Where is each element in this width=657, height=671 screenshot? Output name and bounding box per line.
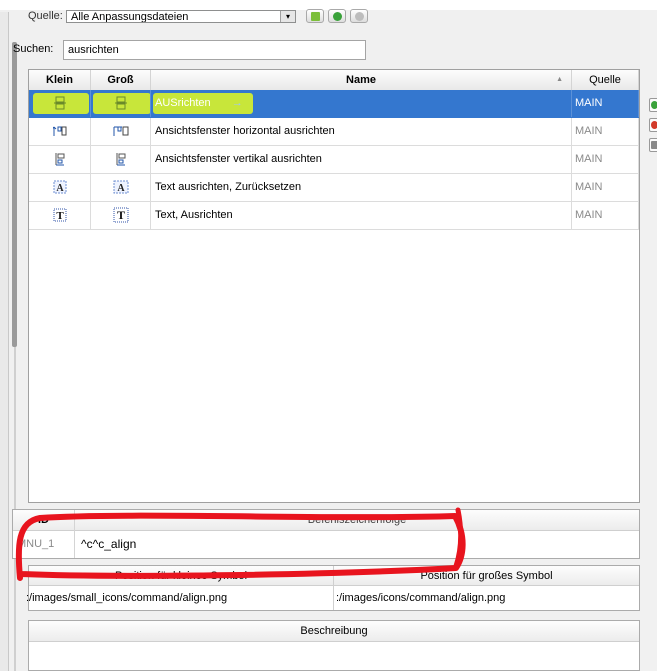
load-file-button[interactable] [306,9,324,23]
source-select-value: Alle Anpassungsdateien [71,11,189,23]
left-scrollbar-thumb[interactable] [12,42,17,347]
header-name-label: Name [346,74,376,86]
command-string-header: ID Befehlszeichenfolge [13,510,639,531]
properties-button[interactable] [649,138,657,152]
arrow-icon: → [231,97,243,109]
header-name[interactable]: Name ▲ [151,70,572,90]
command-string-field[interactable]: ^c^c_align [75,530,639,558]
align-icon [53,96,66,110]
table-row[interactable]: Ansichtsfenster horizontal ausrichten MA… [29,118,639,146]
header-id: ID [13,510,75,530]
left-splitter[interactable] [0,12,9,671]
large-icon-cell: A [91,174,151,201]
description-table: Beschreibung [28,620,640,671]
icon-position-table: Position für kleines Symbol Position für… [26,565,640,611]
header-small-icon-position: Position für kleines Symbol [29,566,334,586]
svg-text:A: A [56,183,64,194]
properties-icon [651,141,657,149]
header-source[interactable]: Quelle [572,70,639,90]
id-value: MNU_1 [13,530,75,558]
source-cell: MAIN [572,202,639,229]
header-small-icon[interactable]: Klein [29,70,91,90]
search-input[interactable] [63,40,366,60]
name-cell: Text ausrichten, Zurücksetzen [151,174,572,201]
remove-source-button[interactable] [350,9,368,23]
header-command-string: Befehlszeichenfolge [307,514,407,526]
svg-text:T: T [56,210,64,222]
add-command-button[interactable] [649,98,657,112]
delete-icon [651,121,657,129]
header-large-icon[interactable]: Groß [91,70,151,90]
source-label: Quelle: [28,10,63,22]
command-string-table: ID Befehlszeichenfolge MNU_1 ^c^c_align [12,509,640,559]
small-icon-path-field[interactable]: :/images/small_icons/command/align.png [26,586,334,610]
source-cell: MAIN [572,118,639,145]
large-icon-path-field[interactable]: :/images/icons/command/align.png [334,586,639,610]
table-row[interactable]: A A Text ausrichten, Zurücksetzen MAIN [29,174,639,202]
svg-text:A: A [117,183,125,194]
add-icon [651,101,657,109]
add-source-button[interactable] [328,9,346,23]
align-horizontal-icon [52,126,66,137]
small-icon-cell: T [29,202,91,229]
header-large-icon-position: Position für großes Symbol [334,566,639,586]
table-row[interactable]: T T Text, Ausrichten MAIN [29,202,639,230]
source-cell: MAIN [572,90,639,117]
large-icon-cell: T [91,202,151,229]
delete-command-button[interactable] [649,118,657,132]
small-icon-cell: A [29,174,91,201]
small-icon-cell [29,118,91,145]
search-label: Suchen: [13,43,54,55]
name-cell: Text, Ausrichten [151,202,572,229]
table-row[interactable]: Ansichtsfenster vertikal ausrichten MAIN [29,146,639,174]
text-align-icon: A [53,180,66,194]
source-cell: MAIN [572,174,639,201]
text-align-icon: A [113,180,128,194]
command-name: AUSrichten [155,97,211,109]
table-row[interactable]: AUSrichten → MAIN [29,90,639,118]
add-icon [333,12,342,21]
name-cell: Ansichtsfenster horizontal ausrichten [151,118,572,145]
align-vertical-icon [116,153,125,166]
text-frame-icon: T [53,208,66,222]
command-table-header: Klein Groß Name ▲ Quelle [29,70,639,91]
text-frame-icon: T [113,207,128,223]
header-description: Beschreibung [29,621,639,642]
large-icon-cell [91,90,151,117]
small-icon-cell [29,146,91,173]
sort-ascending-icon: ▲ [556,76,563,83]
source-select[interactable]: Alle Anpassungsdateien ▾ [66,10,296,23]
source-cell: MAIN [572,146,639,173]
customization-panel: Quelle: Alle Anpassungsdateien ▾ Suchen:… [0,0,657,671]
command-table: Klein Groß Name ▲ Quelle AUSrichten → MA… [28,69,640,503]
align-vertical-icon [55,153,64,166]
remove-icon [355,12,364,21]
align-horizontal-icon [113,126,128,137]
open-file-icon [311,12,320,21]
align-icon [114,96,127,110]
name-cell: AUSrichten → [151,90,572,117]
svg-text:T: T [116,208,124,222]
large-icon-cell [91,146,151,173]
name-cell: Ansichtsfenster vertikal ausrichten [151,146,572,173]
large-icon-cell [91,118,151,145]
dropdown-arrow-icon[interactable]: ▾ [280,11,295,22]
small-icon-cell [29,90,91,117]
